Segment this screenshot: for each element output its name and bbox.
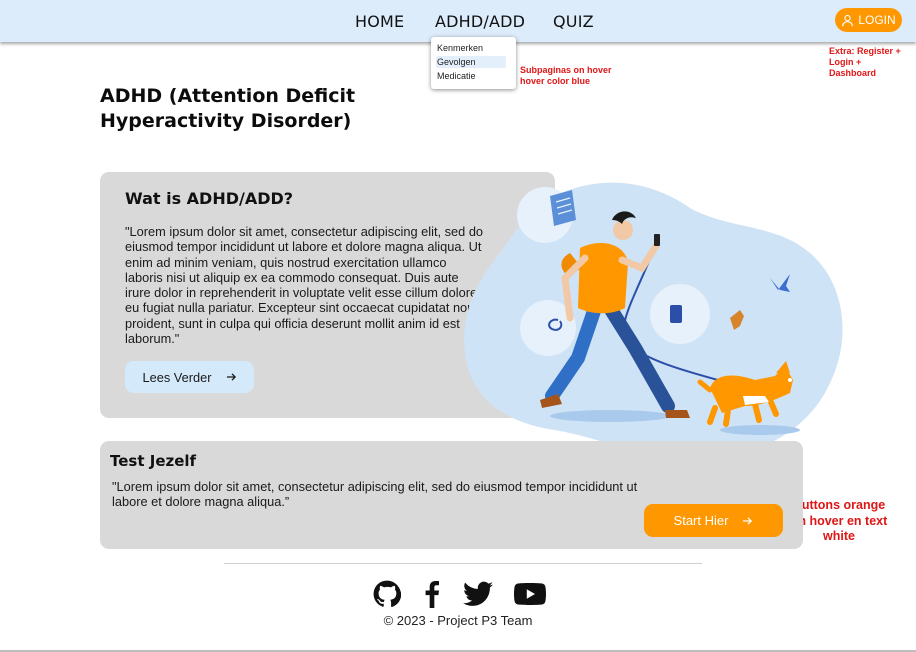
arrow-right-icon xyxy=(226,373,236,381)
login-annotation-note: Extra: Register + Login + Dashboard xyxy=(829,46,901,78)
test-yourself-card: Test Jezelf "Lorem ipsum dolor sit amet,… xyxy=(100,441,803,549)
page-title: ADHD (Attention Deficit Hyperactivity Di… xyxy=(100,85,356,132)
person-walking-dog-illustration xyxy=(464,182,843,459)
facebook-icon[interactable] xyxy=(417,579,447,609)
section1-body: "Lorem ipsum dolor sit amet, consectetur… xyxy=(125,224,484,347)
submenu-item-medicatie[interactable]: Medicatie xyxy=(436,70,506,82)
section2-heading: Test Jezelf xyxy=(110,452,197,470)
nav-adhd-link[interactable]: ADHD/ADD xyxy=(435,12,525,31)
login-button[interactable]: LOGIN xyxy=(835,8,902,32)
start-here-button[interactable]: Start Hier xyxy=(644,504,783,537)
youtube-icon[interactable] xyxy=(513,579,547,609)
footer-divider xyxy=(224,563,702,564)
read-more-label: Lees Verder xyxy=(142,369,212,385)
nav-quiz-link[interactable]: QUIZ xyxy=(553,12,594,31)
section1-heading: Wat is ADHD/ADD? xyxy=(125,189,294,208)
read-more-button[interactable]: Lees Verder xyxy=(125,361,254,393)
submenu-item-kenmerken[interactable]: Kenmerken xyxy=(436,42,506,54)
top-navbar: HOME ADHD/ADD QUIZ LOGIN xyxy=(0,0,916,42)
github-icon[interactable] xyxy=(372,579,402,609)
copyright-text: © 2023 - Project P3 Team xyxy=(383,613,533,628)
arrow-right-icon xyxy=(743,516,753,525)
adhd-submenu-dropdown: Kenmerken Gevolgen Medicatie xyxy=(431,37,516,89)
start-here-label: Start Hier xyxy=(673,513,729,528)
twitter-icon[interactable] xyxy=(463,579,493,609)
section2-body: "Lorem ipsum dolor sit amet, consectetur… xyxy=(112,479,638,510)
nav-home-link[interactable]: HOME xyxy=(355,12,404,31)
submenu-item-gevolgen[interactable]: Gevolgen xyxy=(436,56,506,68)
user-icon xyxy=(842,14,854,26)
dropdown-annotation-note: Subpaginas on hover hover color blue xyxy=(520,65,612,86)
login-label: LOGIN xyxy=(858,13,896,27)
